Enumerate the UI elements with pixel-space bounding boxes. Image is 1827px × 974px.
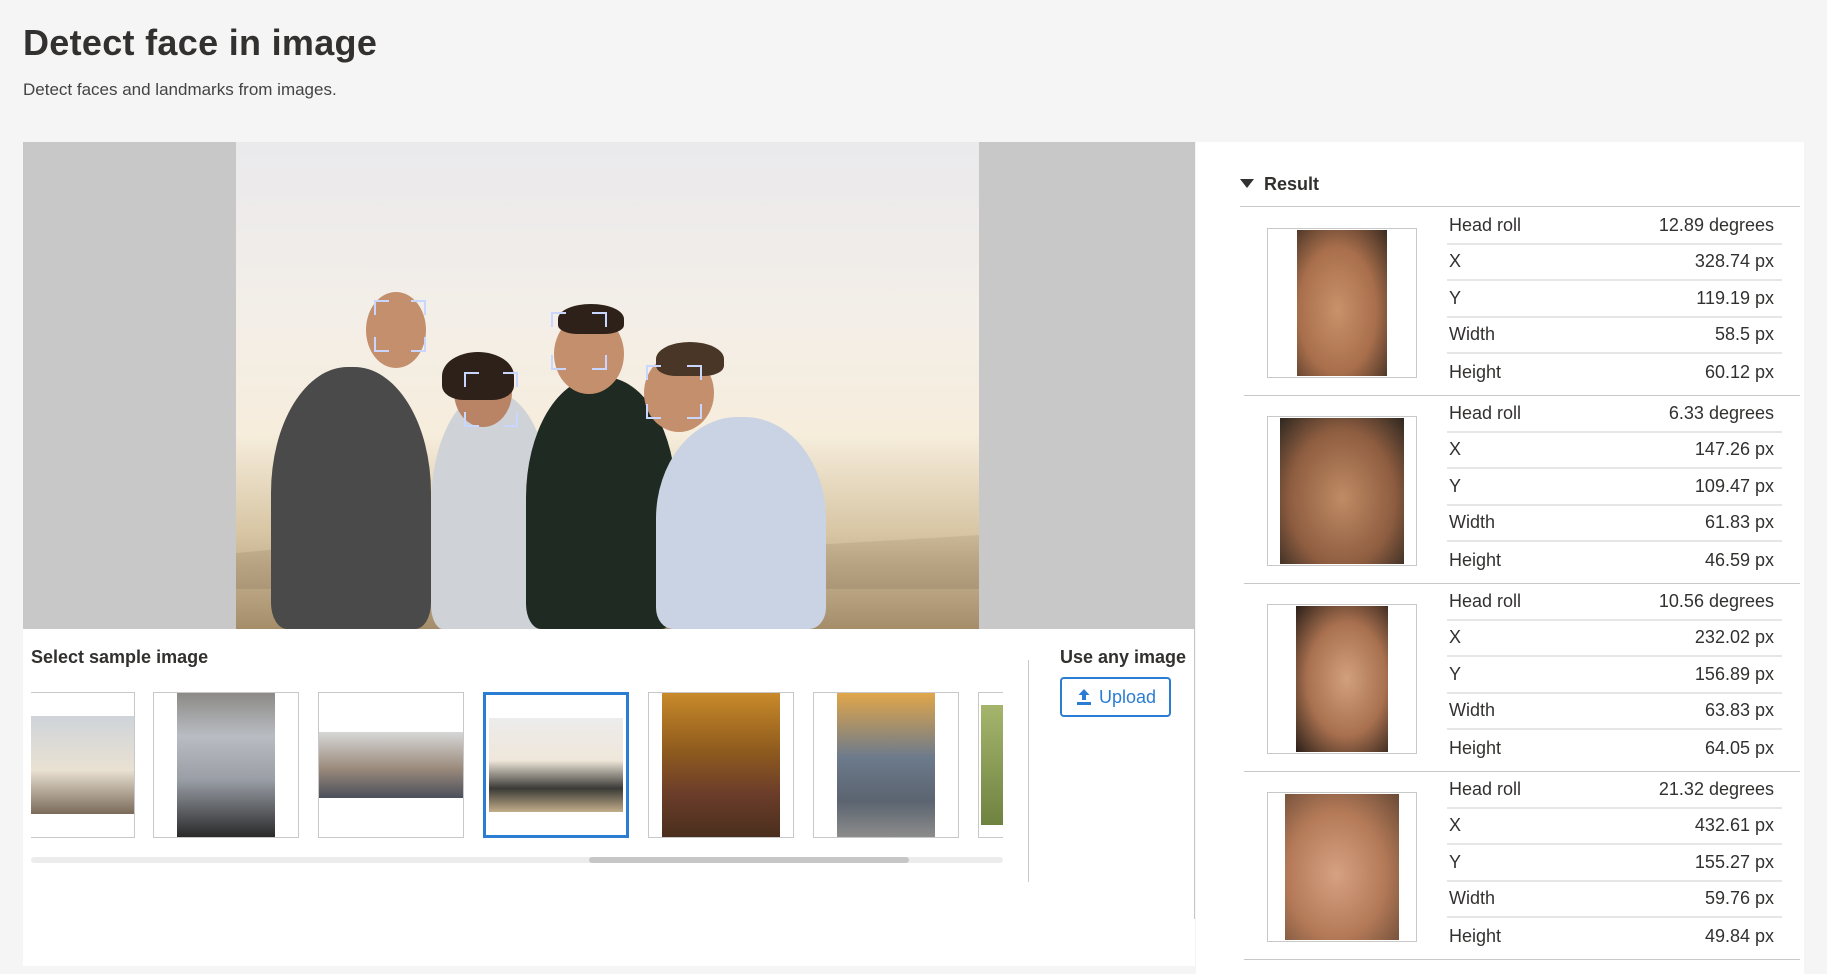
attr-head-roll: Head roll 12.89 degrees — [1447, 208, 1782, 245]
result-header[interactable]: Result — [1240, 162, 1800, 207]
sample-thumbnail[interactable] — [978, 692, 1003, 838]
attr-width: Width 58.5 px — [1447, 318, 1782, 354]
face-box — [374, 300, 426, 352]
face-attributes: Head roll 10.56 degrees X 232.02 px Y 156.8… — [1447, 584, 1782, 767]
image-preview — [23, 142, 1195, 629]
face-crop-thumbnail — [1267, 604, 1417, 754]
attr-head-roll: Head roll 10.56 degrees — [1447, 584, 1782, 621]
face-attributes: Head roll 6.33 degrees X 147.26 px Y 109.47… — [1447, 396, 1782, 579]
section-divider — [1028, 660, 1029, 882]
face-result-row: Head roll 12.89 degrees X 328.74 px Y 119.1… — [1244, 208, 1800, 396]
upload-button[interactable]: Upload — [1060, 677, 1171, 717]
select-sample-label: Select sample image — [31, 647, 209, 667]
attr-x: X 328.74 px — [1447, 245, 1782, 281]
upload-button-label: Upload — [1098, 686, 1157, 707]
face-result-row: Head roll 6.33 degrees X 147.26 px Y 109.47… — [1244, 396, 1800, 584]
sample-thumbnail[interactable] — [31, 692, 135, 838]
attr-height: Height 49.84 px — [1449, 925, 1774, 946]
attr-y: Y 109.47 px — [1447, 469, 1782, 506]
face-crop-thumbnail — [1267, 416, 1417, 566]
sample-thumbnail[interactable] — [318, 692, 464, 838]
attr-y: Y 156.89 px — [1447, 657, 1782, 694]
attr-y: Y 119.19 px — [1447, 281, 1782, 318]
use-any-image-label: Use any image — [1060, 647, 1187, 667]
sample-thumbnail[interactable] — [648, 692, 794, 838]
attr-x: X 147.26 px — [1447, 433, 1782, 469]
attr-height: Height 46.59 px — [1449, 549, 1774, 570]
sample-thumbnail[interactable] — [153, 692, 299, 838]
person-figure — [271, 367, 431, 629]
attr-y: Y 155.27 px — [1447, 845, 1782, 882]
face-box — [551, 312, 607, 370]
attr-width: Width 63.83 px — [1447, 694, 1782, 730]
face-box — [464, 372, 518, 427]
result-title: Result — [1264, 173, 1320, 194]
thumbnail-scrollbar[interactable] — [31, 857, 1003, 863]
attr-x: X 432.61 px — [1447, 809, 1782, 845]
attr-width: Width 61.83 px — [1447, 506, 1782, 542]
caret-down-icon — [1240, 179, 1254, 188]
page-title: Detect face in image — [23, 22, 378, 63]
page-subtitle: Detect faces and landmarks from images. — [23, 80, 337, 99]
attr-head-roll: Head roll 6.33 degrees — [1447, 396, 1782, 433]
demo-panel: Select sample image Use any image Upload — [23, 142, 1195, 966]
result-panel: Result Head roll 12.89 degrees X 328.74 px… — [1196, 142, 1804, 974]
face-box — [646, 365, 702, 419]
sample-thumbnail-selected[interactable] — [483, 692, 629, 838]
face-crop-thumbnail — [1267, 228, 1417, 378]
attr-head-roll: Head roll 21.32 degrees — [1447, 772, 1782, 809]
attr-width: Width 59.76 px — [1447, 882, 1782, 918]
sample-thumbnail-strip — [31, 692, 1003, 840]
attr-height: Height 60.12 px — [1449, 361, 1774, 382]
face-result-row: Head roll 21.32 degrees X 432.61 px Y 155.2… — [1244, 772, 1800, 960]
attr-x: X 232.02 px — [1447, 621, 1782, 657]
upload-icon — [1076, 689, 1091, 705]
face-attributes: Head roll 21.32 degrees X 432.61 px Y 155.2… — [1447, 772, 1782, 955]
thumbnail-scrollbar-thumb[interactable] — [589, 857, 909, 863]
person-figure — [656, 417, 826, 629]
result-list: Head roll 12.89 degrees X 328.74 px Y 119.1… — [1244, 208, 1800, 960]
face-result-row: Head roll 10.56 degrees X 232.02 px Y 156.8… — [1244, 584, 1800, 772]
sample-thumbnail[interactable] — [813, 692, 959, 838]
face-crop-thumbnail — [1267, 792, 1417, 942]
attr-height: Height 64.05 px — [1449, 737, 1774, 758]
face-attributes: Head roll 12.89 degrees X 328.74 px Y 119.1… — [1447, 208, 1782, 391]
preview-photo — [236, 142, 979, 629]
